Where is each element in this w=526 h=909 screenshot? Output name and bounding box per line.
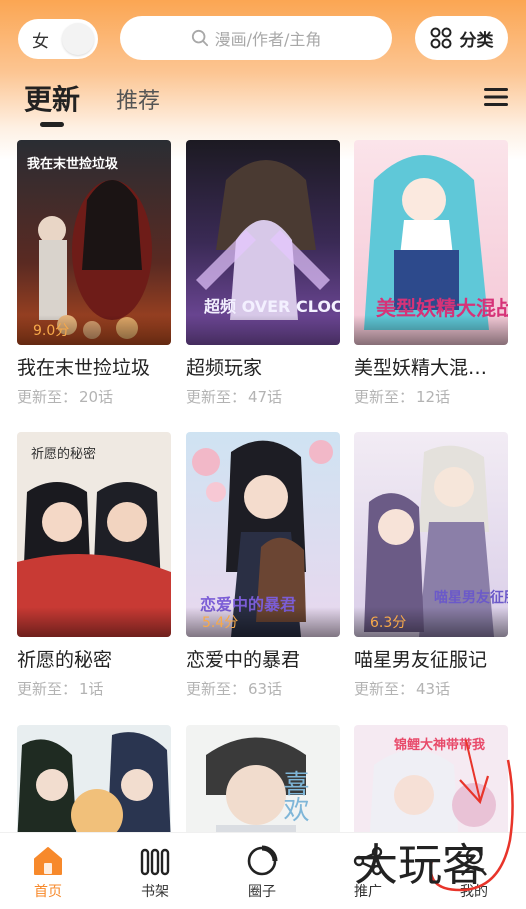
- score-overlay: [186, 315, 340, 345]
- comic-card[interactable]: 美型妖精大混战 美型妖精大混… 更新至： 12话: [354, 140, 508, 407]
- comic-score: 5.4分: [202, 615, 239, 631]
- episode-count: 47话: [248, 388, 283, 406]
- menu-icon[interactable]: [484, 87, 508, 107]
- comic-update-info: 更新至： 63话: [186, 679, 340, 699]
- update-prefix: 更新至：: [17, 680, 78, 698]
- score-overlay: 9.0分: [17, 315, 171, 345]
- search-icon: [191, 29, 208, 47]
- gender-toggle[interactable]: 女: [18, 19, 98, 59]
- comic-cover[interactable]: 我在末世捡垃圾 9.0分: [17, 140, 171, 345]
- tab-recommend[interactable]: 推荐: [116, 83, 160, 115]
- nav-label: 推广: [354, 884, 382, 900]
- cover-title-text: 锦鲤大神带带我: [394, 737, 485, 753]
- bookshelf-icon: [140, 848, 170, 876]
- update-prefix: 更新至：: [186, 680, 247, 698]
- update-prefix: 更新至：: [354, 680, 415, 698]
- home-icon: [34, 847, 62, 875]
- comic-cover[interactable]: 喵星男友征服记 6.3分: [354, 432, 508, 637]
- comic-card[interactable]: 恋爱中的暴君 5.4分 恋爱中的暴君 更新至： 63话: [186, 432, 340, 699]
- episode-count: 43话: [416, 680, 451, 698]
- comic-cover[interactable]: 美型妖精大混战: [354, 140, 508, 345]
- nav-label: 我的: [460, 884, 488, 900]
- nav-label: 书架: [141, 884, 169, 900]
- comic-title[interactable]: 美型妖精大混…: [354, 355, 504, 381]
- cover-title-text: 喵星男友征服记: [434, 589, 508, 606]
- cover-title-text: 喜欢: [279, 770, 309, 822]
- share-icon: [353, 846, 383, 876]
- comic-update-info: 更新至： 47话: [186, 387, 340, 407]
- update-prefix: 更新至：: [186, 388, 247, 406]
- category-grid-icon: [430, 27, 451, 49]
- score-overlay: [17, 607, 171, 637]
- comic-score: 9.0分: [33, 323, 70, 339]
- bottom-nav: 首页 书架 圈子 推广 我的: [0, 832, 526, 909]
- category-label: 分类: [459, 30, 494, 51]
- score-overlay: 5.4分: [186, 607, 340, 637]
- search-input[interactable]: 漫画/作者/主角: [120, 16, 392, 60]
- comic-card[interactable]: 喵星男友征服记 6.3分 喵星男友征服记 更新至：43话: [354, 432, 508, 699]
- comic-title[interactable]: 超频玩家: [186, 355, 336, 381]
- update-prefix: 更新至：: [17, 388, 78, 406]
- comic-title[interactable]: 恋爱中的暴君: [186, 647, 336, 673]
- episode-count: 12话: [416, 388, 451, 406]
- comic-title[interactable]: 祈愿的秘密: [17, 647, 167, 673]
- comic-update-info: 更新至： 1话: [17, 679, 171, 699]
- cover-title-text: 超频 OVER CLOCK: [203, 297, 340, 316]
- nav-home[interactable]: 首页: [0, 833, 98, 909]
- comic-title[interactable]: 喵星男友征服记: [354, 647, 504, 673]
- search-placeholder: 漫画/作者/主角: [214, 30, 322, 49]
- episode-count: 20话: [79, 388, 114, 406]
- score-overlay: 6.3分: [354, 607, 508, 637]
- gender-label: 女: [32, 31, 49, 52]
- update-prefix: 更新至：: [354, 388, 415, 406]
- active-tab-indicator: [40, 122, 64, 127]
- episode-count: 63话: [248, 680, 283, 698]
- toggle-knob[interactable]: [62, 23, 94, 55]
- nav-circle[interactable]: 圈子: [212, 833, 312, 909]
- comic-card[interactable]: 超频 OVER CLOCK 超频玩家 更新至： 47话: [186, 140, 340, 407]
- circle-icon: [247, 845, 278, 876]
- comic-update-info: 更新至： 20话: [17, 387, 171, 407]
- comic-score: 6.3分: [370, 615, 407, 631]
- nav-label: 首页: [34, 884, 62, 900]
- nav-promote[interactable]: 推广: [318, 833, 418, 909]
- comic-cover[interactable]: 祈愿的秘密: [17, 432, 171, 637]
- nav-bookshelf[interactable]: 书架: [105, 833, 205, 909]
- tab-update[interactable]: 更新: [24, 78, 80, 118]
- category-button[interactable]: 分类: [415, 16, 508, 60]
- comic-cover[interactable]: 超频 OVER CLOCK: [186, 140, 340, 345]
- comic-update-info: 更新至： 43话: [354, 679, 508, 699]
- nav-label: 圈子: [248, 884, 276, 900]
- score-overlay: [354, 315, 508, 345]
- nav-profile[interactable]: 我的: [424, 833, 524, 909]
- comic-cover[interactable]: 恋爱中的暴君 5.4分: [186, 432, 340, 637]
- comic-title[interactable]: 我在末世捡垃圾: [17, 355, 167, 381]
- comic-card[interactable]: 我在末世捡垃圾 9.0分 我在末世捡垃圾 更新至： 20话: [17, 140, 171, 407]
- profile-icon: [461, 847, 487, 876]
- cover-title-text: 我在末世捡垃圾: [27, 156, 119, 172]
- comic-card[interactable]: 祈愿的秘密 祈愿的秘密 更新至： 1话: [17, 432, 171, 699]
- cover-title-text: 祈愿的秘密: [31, 446, 96, 462]
- comic-update-info: 更新至： 12话: [354, 387, 508, 407]
- episode-count: 1话: [79, 680, 104, 698]
